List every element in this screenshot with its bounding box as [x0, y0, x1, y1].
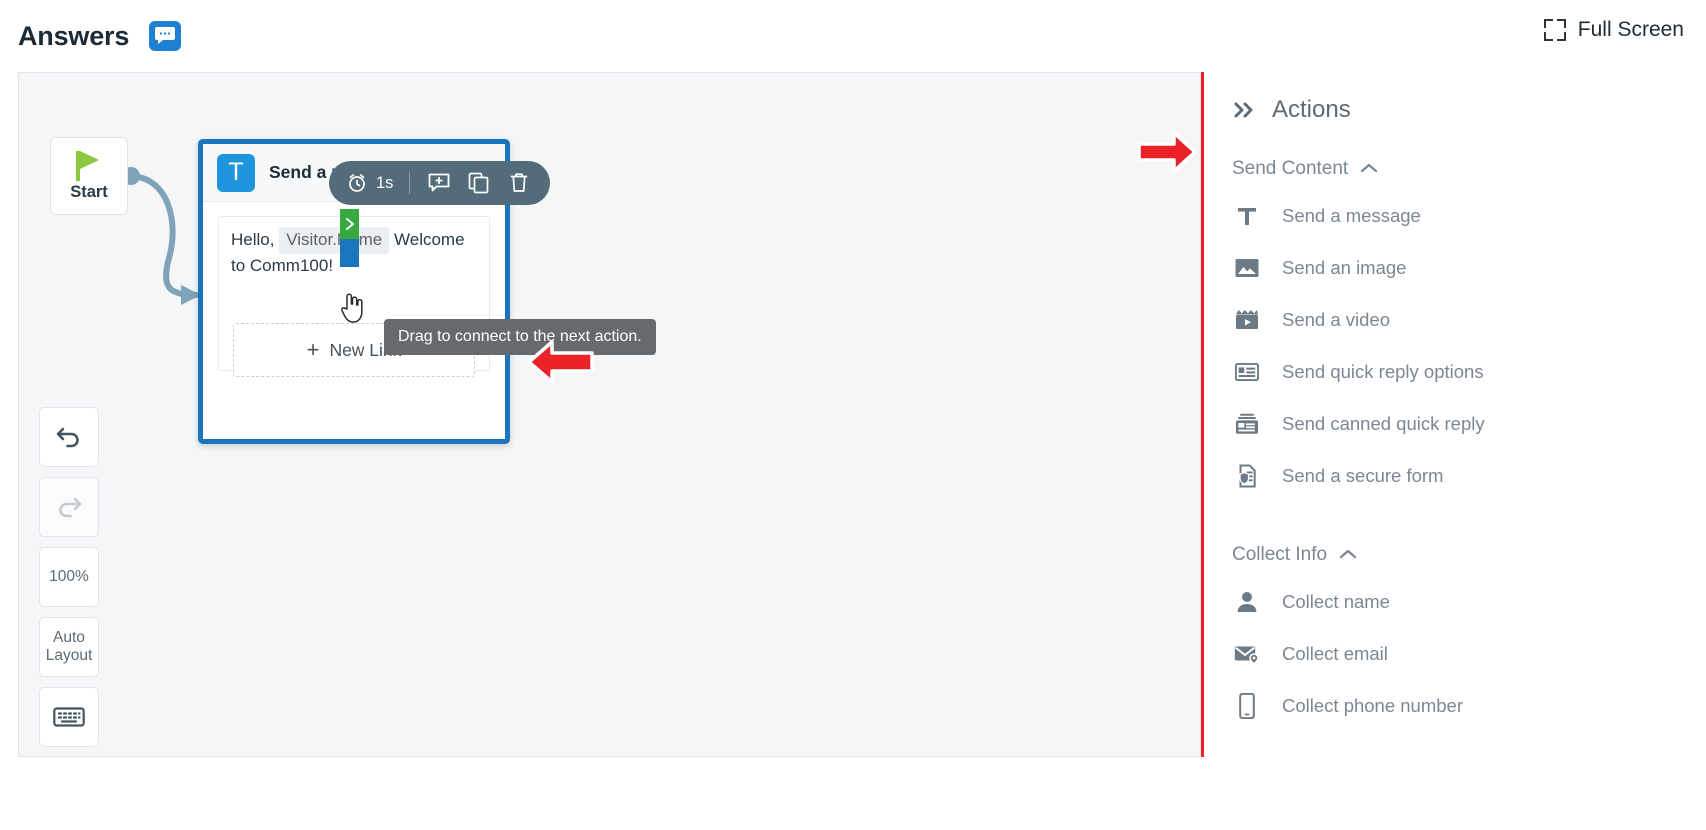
action-label: Send a secure form	[1282, 465, 1444, 486]
message-text-before: Hello,	[231, 230, 275, 249]
fullscreen-button[interactable]: Full Screen	[1543, 18, 1684, 42]
actions-panel-header[interactable]: Actions	[1204, 72, 1706, 124]
visitor-name-token[interactable]: Visitor.Name	[279, 227, 390, 254]
person-icon	[1234, 589, 1260, 615]
text-t-icon	[1234, 203, 1260, 229]
envelope-pin-icon	[1234, 641, 1260, 667]
text-message-t-icon: T	[217, 153, 255, 192]
node-delay-value: 1s	[376, 173, 394, 192]
image-icon	[1234, 255, 1260, 281]
action-label: Send an image	[1282, 257, 1407, 278]
add-message-icon[interactable]	[426, 170, 452, 196]
action-label: Collect phone number	[1282, 695, 1463, 716]
auto-layout-label: Auto Layout	[45, 629, 93, 664]
action-label: Send quick reply options	[1282, 361, 1484, 382]
connector-tooltip: Drag to connect to the next action.	[384, 319, 656, 355]
secure-form-shield-icon	[1234, 463, 1260, 489]
fullscreen-label: Full Screen	[1577, 18, 1684, 41]
start-node-label: Start	[70, 182, 108, 201]
mobile-phone-icon	[1234, 693, 1260, 719]
action-label: Send canned quick reply	[1282, 413, 1485, 434]
undo-button[interactable]	[39, 407, 99, 467]
action-label: Send a message	[1282, 205, 1421, 226]
action-item-collect-email[interactable]: Collect email	[1204, 628, 1706, 680]
group-label-send-content: Send Content	[1232, 158, 1349, 179]
zoom-level-button[interactable]: 100%	[39, 547, 99, 607]
chat-bubble-icon	[149, 21, 182, 51]
plus-icon: +	[306, 337, 320, 362]
start-node[interactable]: Start	[50, 137, 128, 215]
video-clapper-icon	[1234, 307, 1260, 333]
trash-icon[interactable]	[506, 170, 532, 196]
redo-icon	[59, 497, 82, 518]
green-flag-icon	[76, 150, 102, 181]
node-toolbar[interactable]: 1s	[329, 161, 551, 205]
action-label: Collect email	[1282, 643, 1388, 664]
group-header-collect-info[interactable]: Collect Info	[1204, 502, 1706, 566]
canned-reply-stack-icon	[1234, 411, 1260, 437]
keyboard-icon	[53, 707, 85, 727]
page-title: Answers	[18, 20, 130, 51]
red-arrow-left-icon	[527, 340, 594, 384]
action-item-send-an-image[interactable]: Send an image	[1204, 242, 1706, 294]
toolbar-divider	[409, 172, 411, 194]
auto-layout-button[interactable]: Auto Layout	[39, 617, 99, 677]
chatbot-flow-builder: Answers Full Screen Start T Send a Hello…	[0, 0, 1706, 830]
chevron-double-right-icon[interactable]	[1232, 100, 1258, 120]
actions-panel-title: Actions	[1272, 96, 1351, 123]
action-item-collect-phone-number[interactable]: Collect phone number	[1204, 680, 1706, 732]
connector-out-port[interactable]	[340, 209, 359, 239]
red-arrow-right-icon	[1137, 131, 1197, 173]
alarm-clock-icon	[349, 174, 365, 192]
node-delay[interactable]: 1s	[347, 173, 393, 193]
node-port-blue-segment	[340, 239, 359, 267]
group-label-collect-info: Collect Info	[1232, 544, 1328, 565]
action-item-send-a-message[interactable]: Send a message	[1204, 190, 1706, 242]
action-item-send-a-secure-form[interactable]: Send a secure form	[1204, 450, 1706, 502]
flow-canvas[interactable]: Start T Send a message Hello, Visitor.Na…	[18, 72, 1201, 757]
action-label: Collect name	[1282, 591, 1390, 612]
chevron-up-icon[interactable]	[1360, 158, 1378, 180]
actions-panel: Actions Send Content Send a message Send…	[1201, 72, 1706, 757]
connector-edge	[122, 167, 201, 305]
action-item-collect-name[interactable]: Collect name	[1204, 576, 1706, 628]
action-item-send-a-video[interactable]: Send a video	[1204, 294, 1706, 346]
copy-icon[interactable]	[466, 170, 492, 196]
hand-cursor-icon	[341, 293, 363, 323]
group-header-send-content[interactable]: Send Content	[1204, 124, 1706, 180]
quick-reply-card-icon	[1234, 359, 1260, 385]
action-label: Send a video	[1282, 309, 1391, 330]
chevron-up-icon[interactable]	[1339, 544, 1357, 566]
chevron-right-icon	[345, 218, 354, 230]
action-item-send-quick-reply-options[interactable]: Send quick reply options	[1204, 346, 1706, 398]
fullscreen-expand-icon	[1543, 19, 1566, 41]
page-header: Answers Full Screen	[0, 0, 1706, 72]
redo-button	[39, 477, 99, 537]
action-item-send-canned-quick-reply[interactable]: Send canned quick reply	[1204, 398, 1706, 450]
undo-icon	[56, 427, 79, 448]
keyboard-shortcuts-button[interactable]	[39, 687, 99, 747]
canvas-tools: 100% Auto Layout	[39, 407, 99, 747]
